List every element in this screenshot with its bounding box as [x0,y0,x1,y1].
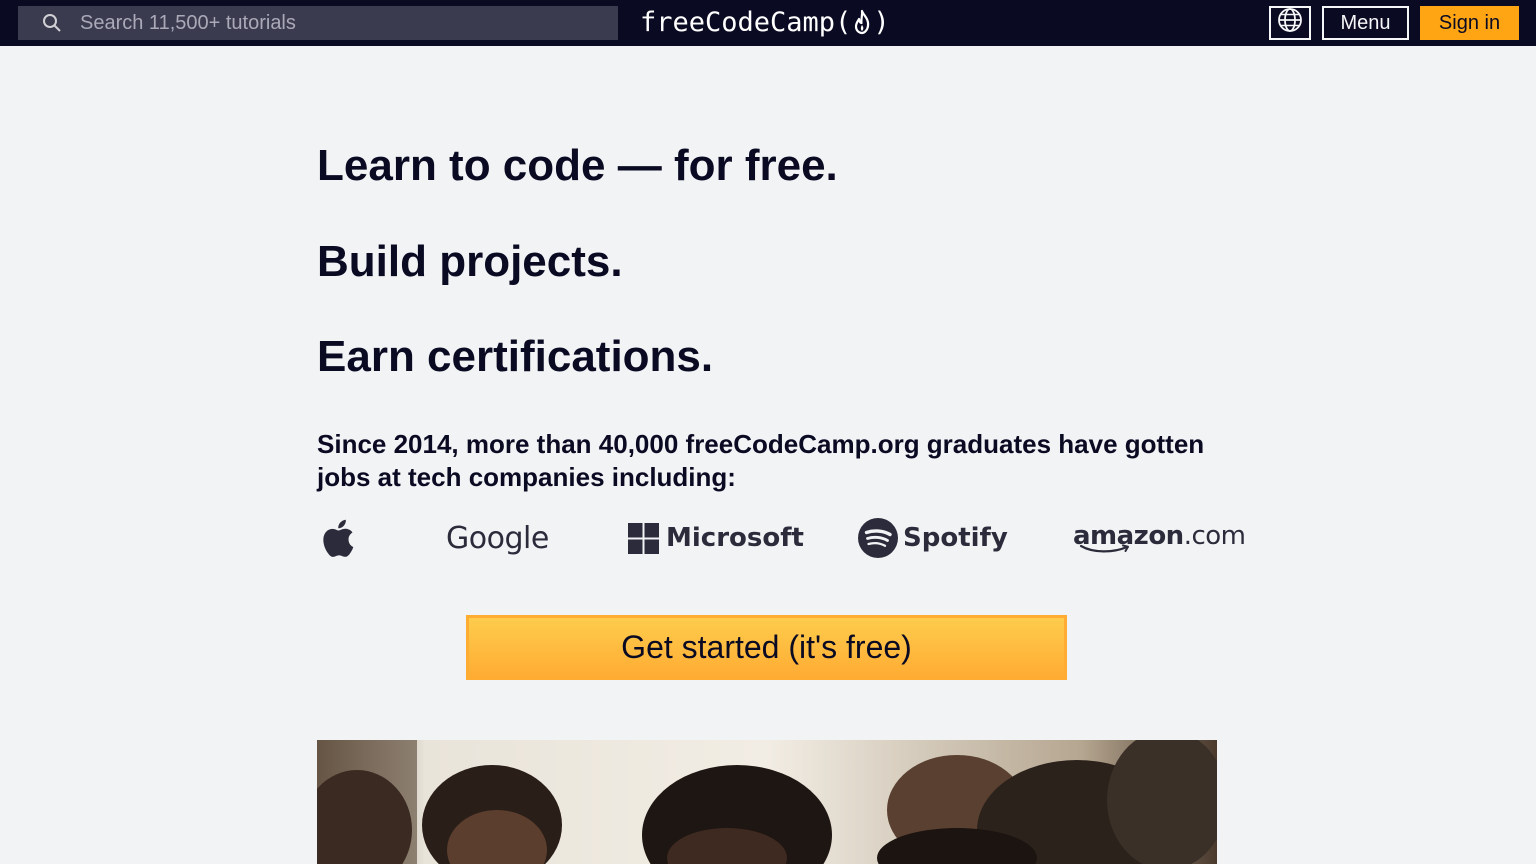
apple-icon [323,519,354,557]
search-bar[interactable] [18,6,618,40]
spotify-icon [858,518,898,558]
apple-logo [322,512,362,564]
graduates-statement: Since 2014, more than 40,000 freeCodeCam… [317,429,1205,492]
search-icon [42,13,62,33]
amazon-smile-icon [1079,544,1129,553]
top-navbar: freeCodeCamp ( ) Menu Sign in [0,0,1536,46]
globe-icon [1277,7,1303,39]
menu-button[interactable]: Menu [1322,6,1409,40]
get-started-button[interactable]: Get started (it's free) [466,615,1067,680]
brand-name: freeCodeCamp [640,6,836,38]
headline-build: Build projects. [317,237,623,286]
amazon-suffix: .com [1183,521,1246,551]
microsoft-logo: Microsoft [628,512,804,564]
sign-in-button[interactable]: Sign in [1420,6,1519,40]
company-logos: Google Microsoft Spotify amazon.com [317,512,1246,564]
headline-earn: Earn certifications. [317,332,714,381]
microsoft-label: Microsoft [666,523,804,553]
google-label: Google [446,520,549,556]
search-input[interactable] [78,8,598,38]
spotify-label: Spotify [903,523,1008,553]
freecodecamp-logo[interactable]: freeCodeCamp ( ) [640,4,890,40]
brand-close-paren: ) [873,6,890,38]
brand-open-paren: ( [835,6,852,38]
google-logo: Google [446,512,549,564]
spotify-logo: Spotify [858,512,1008,564]
language-button[interactable] [1269,6,1311,40]
headline-learn: Learn to code — for free. [317,141,838,190]
get-started-label: Get started (it's free) [621,629,912,665]
amazon-logo: amazon.com [1073,512,1246,564]
sign-in-label: Sign in [1438,11,1501,34]
students-photo-graphic [317,740,1217,864]
students-photo [317,740,1217,864]
menu-label: Menu [1340,11,1391,34]
flame-icon [852,9,872,35]
windows-icon [628,522,659,554]
